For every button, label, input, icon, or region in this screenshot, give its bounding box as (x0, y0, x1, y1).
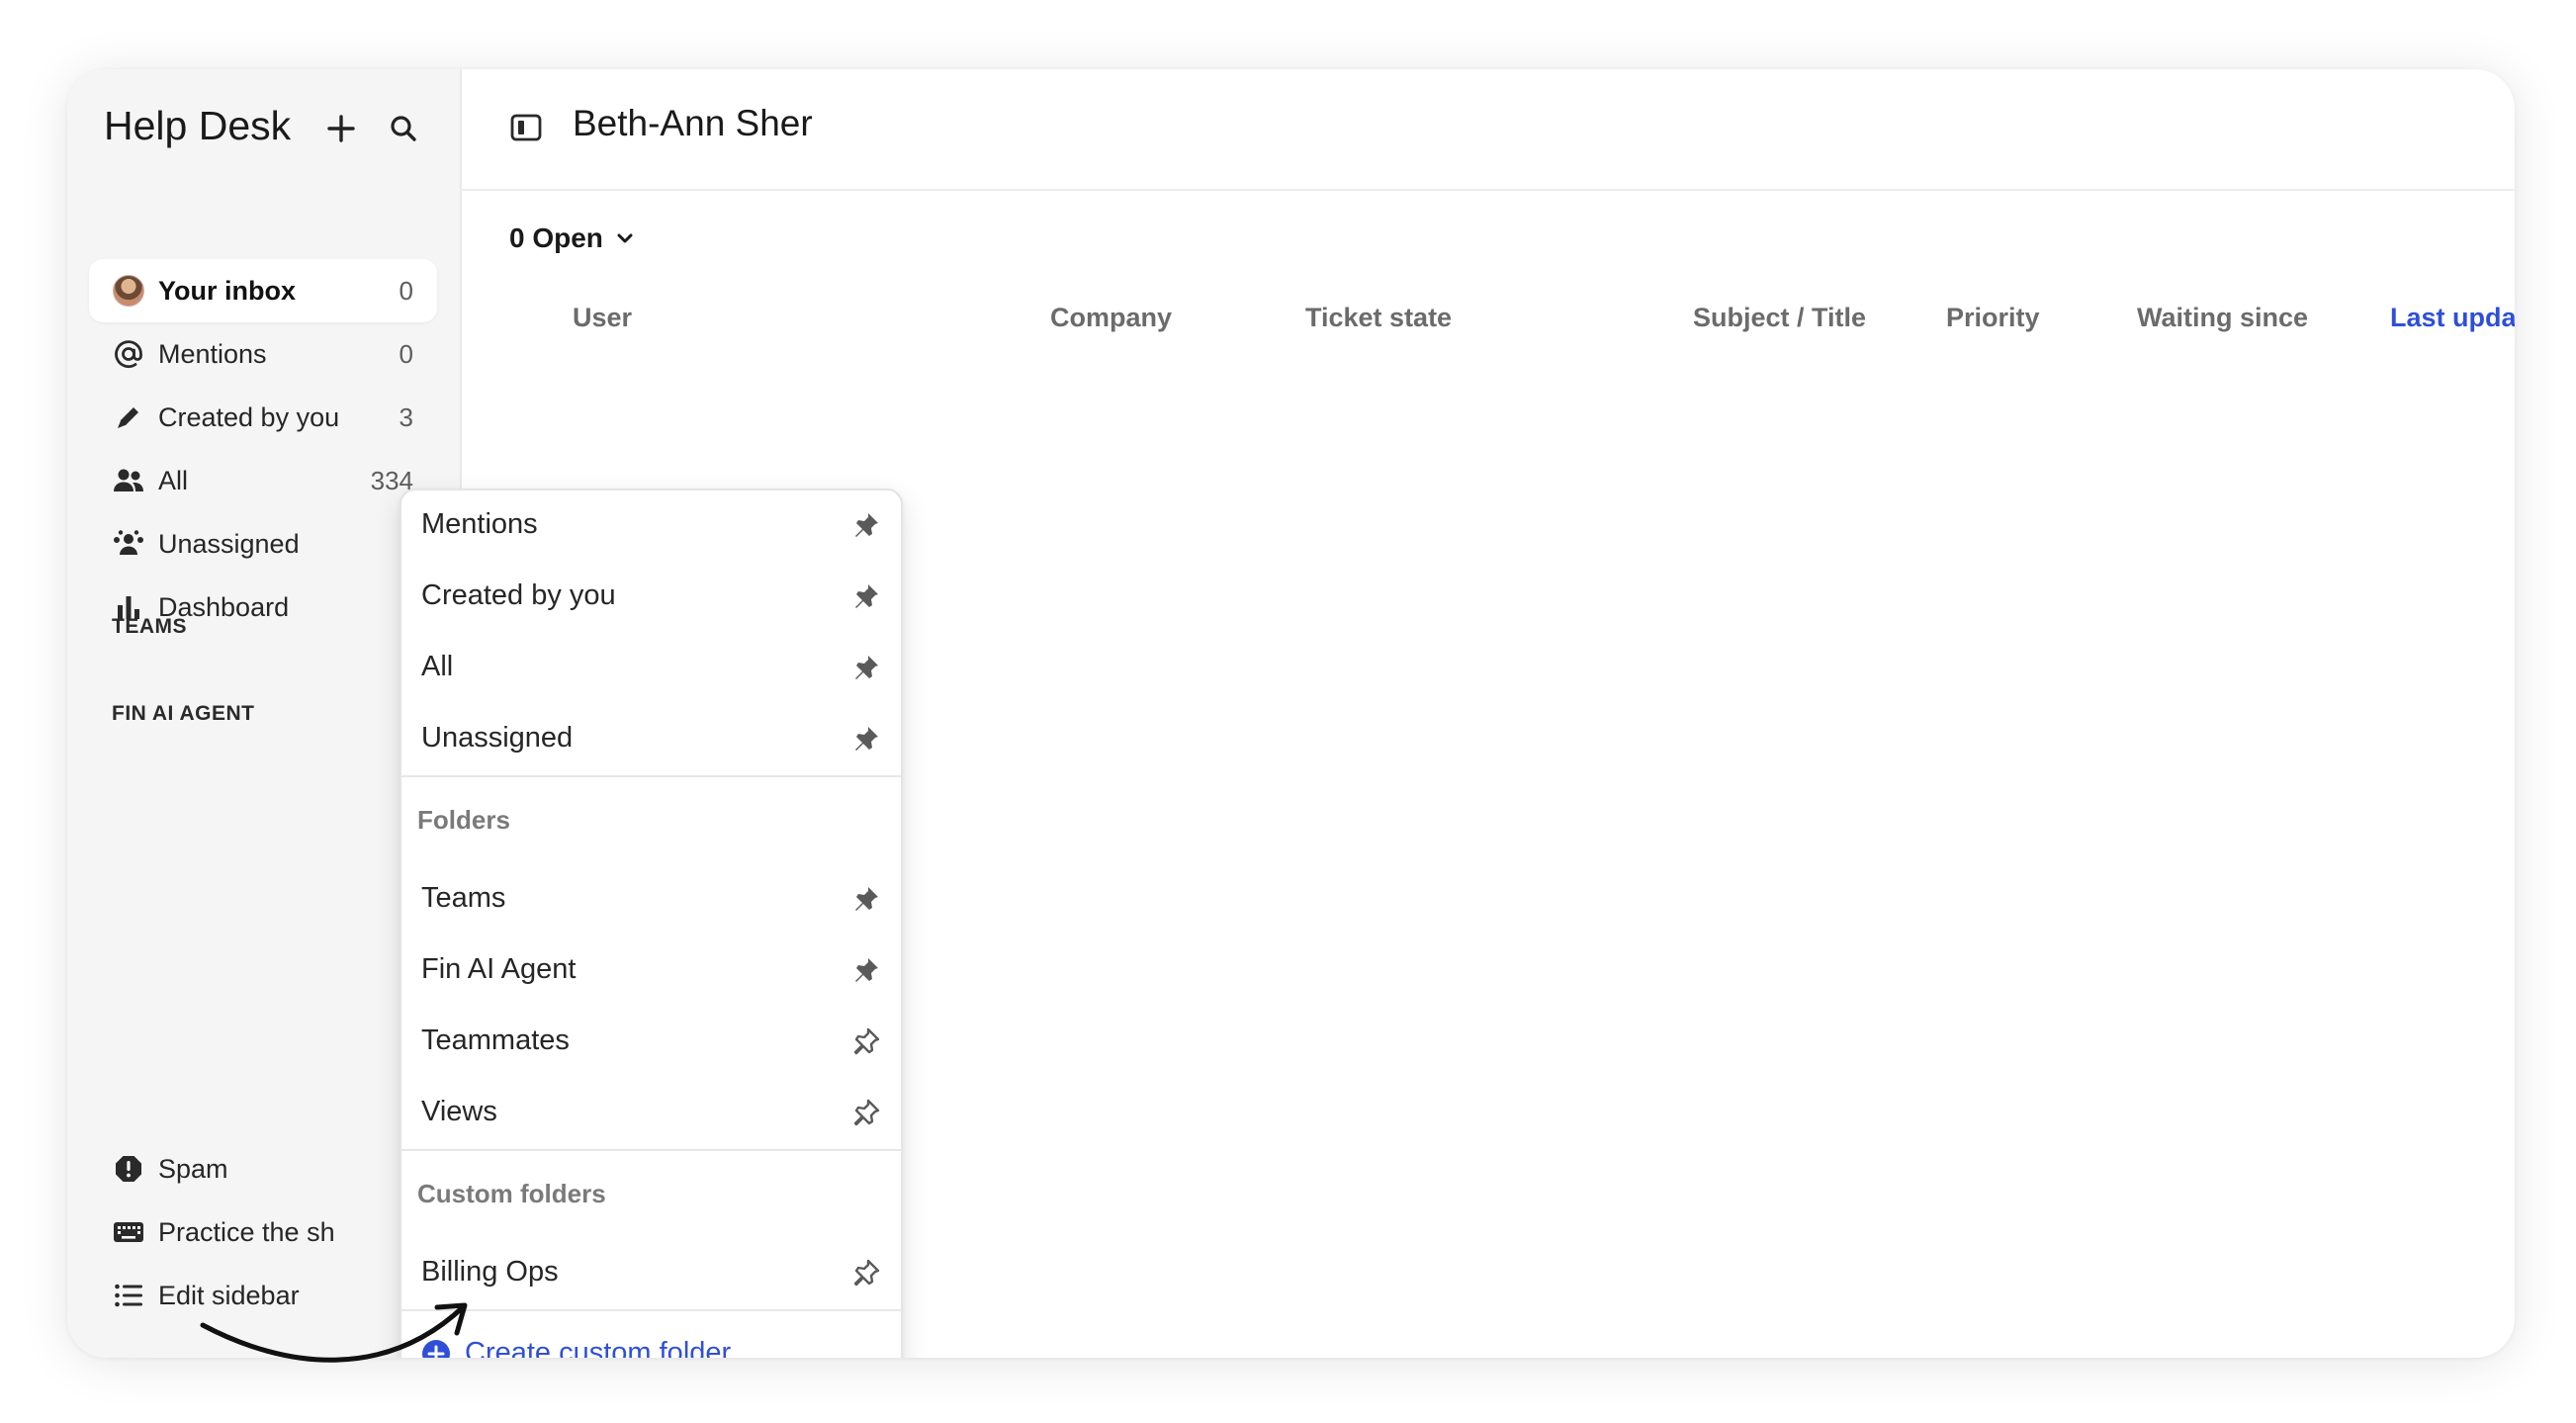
sidebar-item-label: All (158, 465, 189, 495)
pin-filled-icon[interactable] (849, 653, 881, 684)
sidebar-item-all[interactable]: All 334 (89, 449, 437, 512)
menu-section-folders: Folders (417, 805, 510, 835)
menu-item-all[interactable]: All (401, 639, 901, 698)
menu-item-label: Teammates (421, 1024, 570, 1056)
sidebar-item-label: Created by you (158, 401, 340, 432)
pin-filled-icon[interactable] (849, 955, 881, 987)
column-header-subject[interactable]: Subject / Title (1693, 303, 1866, 333)
chevron-down-icon (617, 233, 633, 243)
sidebar-item-mentions[interactable]: Mentions 0 (89, 322, 437, 386)
section-title-fin-ai-agent: FIN AI AGENT (112, 702, 255, 725)
sidebar-toggle-icon[interactable] (509, 111, 543, 144)
section-title-teams: TEAMS (112, 615, 187, 638)
app-window: Help Desk Your inbox 0 Mentions 0 Create… (67, 69, 2515, 1358)
sidebar-item-your-inbox[interactable]: Your inbox 0 (89, 259, 437, 322)
pin-filled-icon[interactable] (849, 581, 881, 613)
menu-item-billing-ops[interactable]: Billing Ops (401, 1244, 901, 1303)
sidebar-item-count: 3 (399, 401, 413, 432)
sidebar-item-spam[interactable]: Spam (89, 1137, 437, 1201)
sidebar-item-count: 0 (399, 338, 413, 369)
menu-section-custom-folders: Custom folders (417, 1179, 606, 1208)
menu-item-label: All (421, 651, 454, 682)
menu-item-label: Created by you (421, 579, 616, 611)
column-header-priority[interactable]: Priority (1946, 303, 2040, 333)
sidebar-item-label: Practice the sh (158, 1216, 335, 1247)
pencil-icon (112, 400, 145, 434)
avatar (112, 274, 145, 308)
column-header-ticket-state[interactable]: Ticket state (1305, 303, 1452, 333)
menu-item-label: Mentions (421, 508, 538, 540)
create-custom-folder-button[interactable]: Create custom folder (421, 1337, 731, 1358)
menu-item-teammates[interactable]: Teammates (401, 1013, 901, 1072)
menu-divider (401, 1149, 901, 1151)
menu-item-teams[interactable]: Teams (401, 870, 901, 930)
sidebar-item-label: Your inbox (158, 275, 296, 306)
sidebar-item-unassigned[interactable]: Unassigned (89, 512, 437, 576)
sidebar-customize-menu: Mentions Created by you All Unassigned F… (400, 489, 903, 1358)
app-title: Help Desk (104, 103, 292, 148)
menu-item-label: Unassigned (421, 722, 574, 754)
keyboard-icon (112, 1215, 145, 1249)
at-sign-icon (112, 337, 145, 371)
list-icon (112, 1279, 145, 1312)
column-header-label: Last updated (2390, 303, 2515, 332)
open-status-dropdown[interactable]: 0 Open (509, 222, 635, 254)
sidebar-item-label: Unassigned (158, 528, 300, 559)
pin-filled-icon[interactable] (849, 510, 881, 542)
menu-item-fin-ai-agent[interactable]: Fin AI Agent (401, 941, 901, 1001)
open-status-label: 0 Open (509, 222, 603, 253)
plus-circle-icon (422, 1339, 450, 1358)
pin-outline-icon[interactable] (849, 1026, 881, 1058)
sidebar-item-label: Spam (158, 1153, 228, 1184)
unassigned-people-icon (112, 527, 145, 561)
column-header-waiting-since[interactable]: Waiting since (2137, 303, 2308, 333)
menu-divider (401, 1309, 901, 1311)
page-title: Beth-Ann Sher (573, 103, 813, 143)
sidebar-item-edit-sidebar[interactable]: Edit sidebar (89, 1264, 437, 1327)
menu-item-created-by-you[interactable]: Created by you (401, 568, 901, 627)
menu-item-label: Fin AI Agent (421, 953, 577, 985)
sidebar-item-created-by-you[interactable]: Created by you 3 (89, 386, 437, 449)
column-header-company[interactable]: Company (1050, 303, 1172, 333)
spam-icon (112, 1152, 145, 1186)
add-icon[interactable] (321, 109, 361, 148)
top-bar: Beth-Ann Sher (462, 69, 2515, 191)
menu-item-mentions[interactable]: Mentions (401, 496, 901, 556)
create-custom-folder-label: Create custom folder (465, 1337, 732, 1358)
people-icon (112, 464, 145, 497)
menu-item-label: Billing Ops (421, 1256, 559, 1288)
menu-item-label: Teams (421, 882, 506, 914)
menu-item-unassigned[interactable]: Unassigned (401, 710, 901, 769)
menu-item-label: Views (421, 1096, 497, 1127)
pin-outline-icon[interactable] (849, 1258, 881, 1290)
pin-outline-icon[interactable] (849, 1098, 881, 1129)
sidebar-item-count: 0 (399, 275, 413, 306)
pin-filled-icon[interactable] (849, 884, 881, 916)
column-header-last-updated[interactable]: Last updated ↓ (2390, 303, 2515, 333)
menu-divider (401, 775, 901, 777)
pin-filled-icon[interactable] (849, 724, 881, 756)
column-header-user[interactable]: User (573, 303, 632, 333)
sidebar-item-practice-shortcuts[interactable]: Practice the sh (89, 1201, 437, 1264)
sidebar-item-label: Edit sidebar (158, 1280, 300, 1310)
menu-item-views[interactable]: Views (401, 1084, 901, 1143)
search-icon[interactable] (384, 109, 423, 148)
sidebar-item-label: Mentions (158, 338, 267, 369)
